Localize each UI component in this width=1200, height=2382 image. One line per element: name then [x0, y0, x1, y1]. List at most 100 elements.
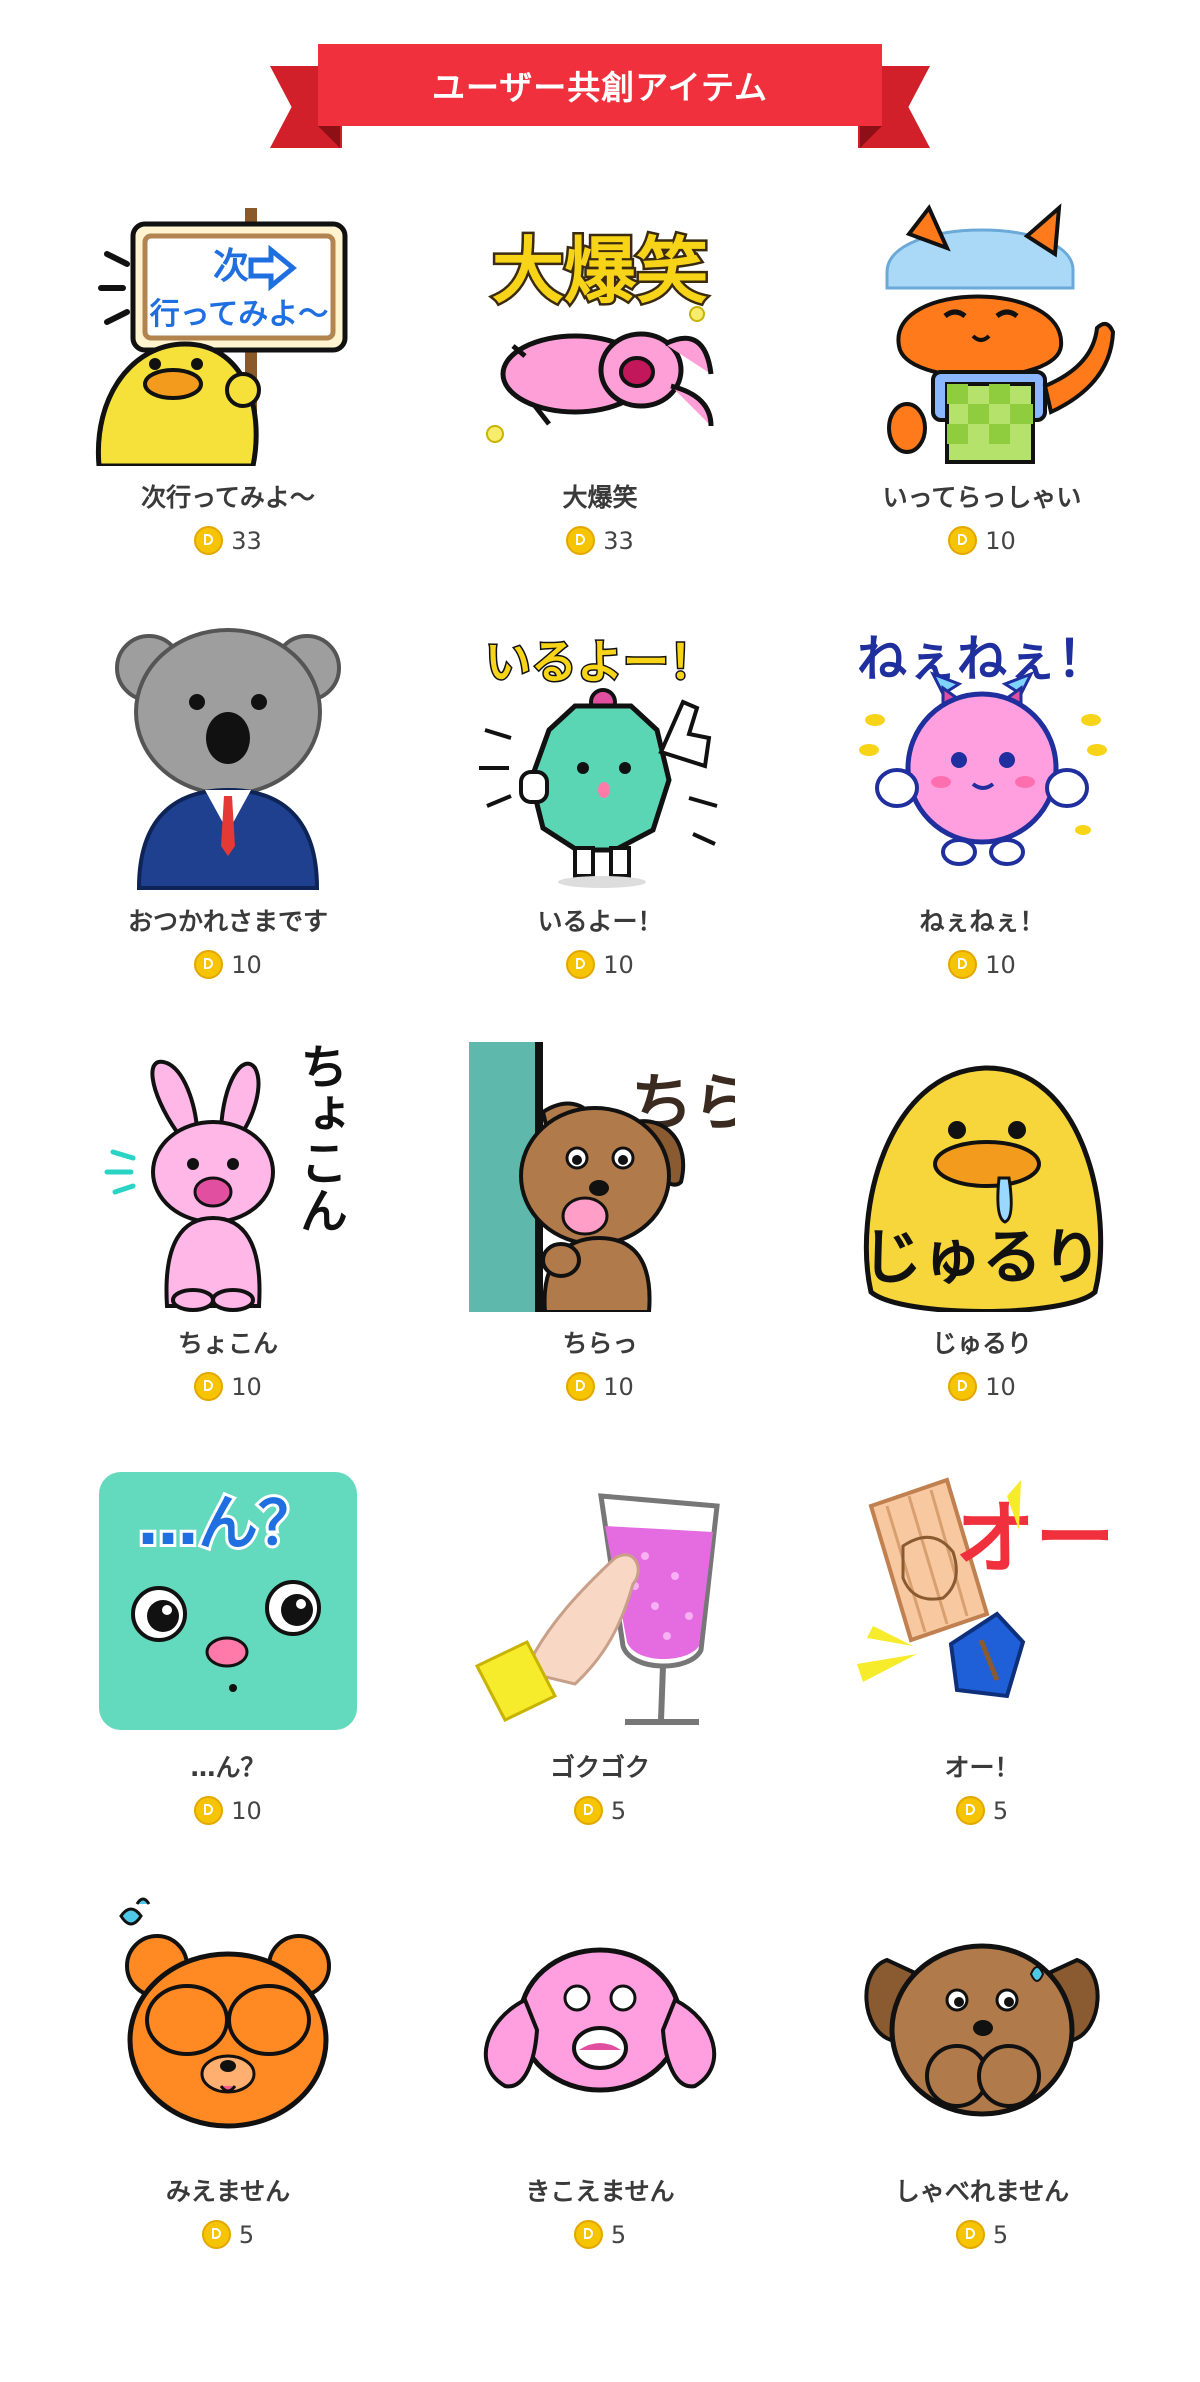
sticker-item[interactable]: 次 行ってみよ～ 次行ってみよ～ 33	[78, 196, 378, 555]
svg-text:オー！: オー！	[955, 1492, 1117, 1585]
sticker-item[interactable]: ちょこん ちょこん 10	[78, 1042, 378, 1401]
duck-signboard-sticker-icon: 次 行ってみよ～	[95, 208, 348, 466]
sticker-name: …ん？	[190, 1753, 266, 1782]
sitting-rabbit-sticker-icon: ちょこん	[104, 1042, 347, 1312]
price-value: 10	[231, 950, 262, 979]
sticker-item[interactable]: きこえません 5	[450, 1890, 750, 2249]
svg-text:ねぇねぇ！: ねぇねぇ！	[857, 630, 1107, 688]
sticker-name: じゅるり	[931, 1329, 1032, 1358]
coin-icon	[194, 526, 224, 555]
sticker-price: 33	[78, 526, 378, 555]
price-value: 5	[610, 1796, 627, 1825]
section-header-ribbon: ユーザー共創アイテム	[270, 44, 930, 148]
sticker-price: 5	[450, 1796, 750, 1825]
price-value: 5	[992, 2220, 1009, 2249]
sticker-name: オー！	[944, 1753, 1020, 1782]
coin-icon	[948, 1372, 978, 1401]
sticker-item[interactable]: ゴクゴク 5	[450, 1466, 750, 1825]
green-monster-sticker-icon: いるよー！	[479, 634, 718, 888]
rabbit-cover-ears-sticker-icon	[483, 1947, 717, 2093]
pink-monster-sticker-icon: ねぇねぇ！	[857, 630, 1107, 866]
coin-icon	[948, 526, 978, 555]
coin-icon	[955, 2220, 985, 2249]
sticker-price: 10	[78, 950, 378, 979]
bear-cover-eyes-sticker-icon	[119, 1897, 331, 2129]
sticker-price: 5	[450, 2220, 750, 2249]
sticker-price: 10	[78, 1372, 378, 1401]
sticker-item[interactable]: じゅるり じゅるり 10	[832, 1042, 1132, 1401]
sticker-price: 10	[450, 1372, 750, 1401]
sticker-item[interactable]: しゃべれません 5	[832, 1890, 1132, 2249]
cat-apron-sticker-icon	[885, 203, 1116, 464]
price-value: 10	[985, 1372, 1016, 1401]
sticker-item[interactable]: いるよー！ いるよー！ 10	[450, 620, 750, 979]
sticker-name: きこえません	[525, 2177, 675, 2206]
sticker-name: ゴクゴク	[549, 1753, 650, 1782]
drink-glass-sticker-icon	[474, 1493, 720, 1725]
sticker-name: 次行ってみよ～	[141, 483, 315, 512]
sticker-price: 10	[832, 950, 1132, 979]
coin-icon	[194, 950, 224, 979]
laughing-rabbit-sticker-icon: 大爆笑	[486, 227, 714, 443]
sticker-name: しゃべれません	[894, 2177, 1070, 2206]
drooling-duck-sticker-icon: じゅるり	[862, 1065, 1104, 1312]
sticker-name: ちらっ	[562, 1329, 638, 1358]
svg-text:じゅるり: じゅるり	[862, 1223, 1102, 1293]
coin-icon	[194, 1372, 224, 1401]
dog-cover-mouth-sticker-icon	[864, 1943, 1100, 2117]
sticker-item[interactable]: ねぇねぇ！ ねぇねぇ！ 10	[832, 620, 1132, 979]
svg-text:大爆笑: 大爆笑	[492, 229, 708, 313]
sticker-name: ちょこん	[177, 1329, 278, 1358]
coin-icon	[573, 1796, 603, 1825]
price-value: 5	[610, 2220, 627, 2249]
price-value: 10	[603, 950, 634, 979]
coin-icon	[955, 1796, 985, 1825]
price-value: 10	[985, 950, 1016, 979]
sticker-name: いってらっしゃい	[882, 483, 1082, 512]
sticker-price: 5	[832, 2220, 1132, 2249]
coin-icon	[573, 2220, 603, 2249]
sticker-item[interactable]: 大爆笑 大爆笑 33	[450, 196, 750, 555]
confused-face-sticker-icon: …ん？	[99, 1472, 357, 1730]
svg-text:…ん？: …ん？	[138, 1489, 318, 1559]
sticker-name: 大爆笑	[562, 483, 638, 512]
price-value: 5	[238, 2220, 255, 2249]
svg-text:ちょこん: ちょこん	[291, 1042, 347, 1234]
price-value: 10	[603, 1372, 634, 1401]
coin-icon	[566, 1372, 596, 1401]
coin-icon	[201, 2220, 231, 2249]
sticker-name: みえません	[165, 2177, 291, 2206]
sticker-item[interactable]: ちらっ ちらっ 10	[450, 1042, 750, 1401]
sticker-price: 5	[78, 2220, 378, 2249]
sticker-price: 5	[832, 1796, 1132, 1825]
price-value: 5	[992, 1796, 1009, 1825]
sticker-name: ねぇねぇ！	[919, 907, 1045, 936]
price-value: 33	[231, 526, 262, 555]
coin-icon	[566, 950, 596, 979]
sticker-price: 33	[450, 526, 750, 555]
coin-icon	[948, 950, 978, 979]
price-value: 10	[985, 526, 1016, 555]
ribbon-banner: ユーザー共創アイテム	[318, 44, 882, 126]
coin-icon	[194, 1796, 224, 1825]
price-value: 10	[231, 1796, 262, 1825]
svg-text:いるよー！: いるよー！	[485, 635, 715, 689]
sticker-item[interactable]: みえません 5	[78, 1890, 378, 2249]
sticker-price: 10	[78, 1796, 378, 1825]
sticker-item[interactable]: オー！ オー！ 5	[832, 1466, 1132, 1825]
section-title: ユーザー共創アイテム	[431, 68, 769, 107]
coin-icon	[566, 526, 596, 555]
sticker-item[interactable]: いってらっしゃい 10	[832, 196, 1132, 555]
sticker-item[interactable]: おつかれさまです 10	[78, 620, 378, 979]
sticker-price: 10	[832, 1372, 1132, 1401]
koala-suit-sticker-icon	[115, 628, 341, 890]
sticker-name: おつかれさまです	[127, 907, 328, 936]
price-value: 33	[603, 526, 634, 555]
fist-cheer-sticker-icon: オー！	[857, 1477, 1117, 1699]
sticker-name: いるよー！	[537, 907, 663, 936]
sticker-price: 10	[450, 950, 750, 979]
svg-text:次: 次	[213, 246, 249, 287]
sticker-price: 10	[832, 526, 1132, 555]
sticker-item[interactable]: …ん？ …ん？ 10	[78, 1466, 378, 1825]
peeking-dog-sticker-icon: ちらっ	[469, 1042, 735, 1312]
